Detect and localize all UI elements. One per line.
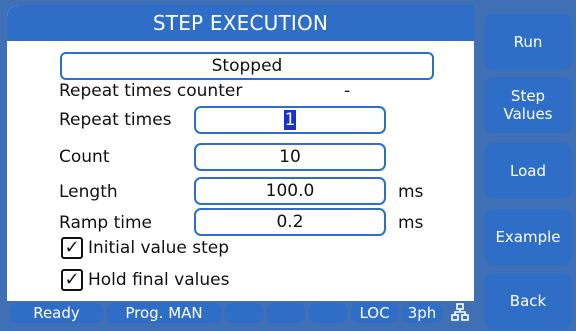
repeat-times-field[interactable]: 1	[194, 106, 386, 134]
ramp-time-label: Ramp time	[59, 213, 153, 233]
repeat-times-value: 1	[283, 110, 297, 130]
hold-final-values-checkbox[interactable]: ✓	[61, 269, 83, 291]
status-bar: Ready Prog. MAN LOC 3ph	[7, 301, 474, 323]
repeat-counter-label: Repeat times counter	[59, 81, 243, 101]
count-label: Count	[59, 147, 110, 167]
back-button[interactable]: Back	[485, 273, 571, 329]
status-local: LOC	[351, 303, 398, 323]
status-slot-1	[225, 303, 263, 323]
execution-status: Stopped	[60, 52, 434, 80]
page-title: STEP EXECUTION	[7, 5, 474, 41]
run-button[interactable]: Run	[485, 14, 571, 70]
length-label: Length	[59, 182, 118, 202]
load-button[interactable]: Load	[485, 143, 571, 199]
example-button[interactable]: Example	[485, 209, 571, 265]
length-unit: ms	[398, 182, 424, 202]
count-field[interactable]: 10	[194, 143, 386, 171]
ramp-time-unit: ms	[398, 213, 424, 233]
status-program-mode: Prog. MAN	[107, 303, 221, 323]
repeat-times-label: Repeat times	[59, 110, 172, 130]
status-slot-2	[267, 303, 305, 323]
network-icon	[451, 303, 469, 321]
status-slot-3	[309, 303, 347, 323]
initial-value-step-checkbox[interactable]: ✓	[61, 237, 83, 259]
initial-value-step-label: Initial value step	[88, 238, 230, 258]
step-values-button[interactable]: Step Values	[485, 77, 571, 133]
length-field[interactable]: 100.0	[194, 177, 386, 205]
ramp-time-field[interactable]: 0.2	[194, 208, 386, 236]
repeat-counter-value: -	[344, 81, 351, 101]
status-phase: 3ph	[402, 303, 442, 323]
main-panel: STEP EXECUTION Stopped Repeat times coun…	[7, 5, 474, 323]
status-ready: Ready	[10, 303, 103, 323]
hold-final-values-label: Hold final values	[88, 270, 230, 290]
